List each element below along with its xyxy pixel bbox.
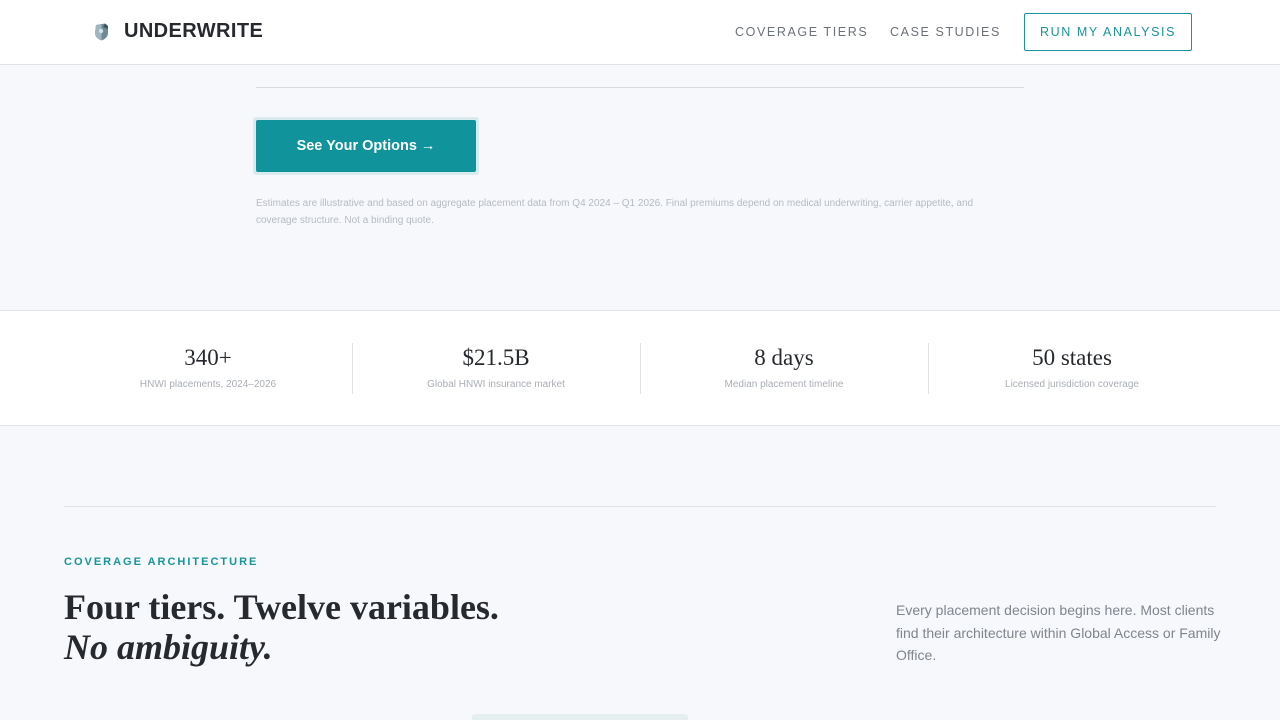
- section-divider: [64, 506, 1216, 507]
- brand-name: UNDERWRITE: [124, 20, 264, 42]
- headline-line: Four tiers. Twelve variables.: [64, 587, 499, 627]
- stats-band: 340+ HNWI placements, 2024–2026 $21.5B G…: [0, 310, 1280, 426]
- section-description: Every placement decision begins here. Mo…: [896, 602, 1221, 663]
- stat-jurisdictions: 50 states Licensed jurisdiction coverage: [928, 311, 1216, 427]
- stat-timeline: 8 days Median placement timeline: [640, 311, 928, 427]
- stat-market-size: $21.5B Global HNWI insurance market: [352, 311, 640, 427]
- brand-logo[interactable]: UNDERWRITE: [92, 20, 263, 43]
- stat-value: 340+: [184, 345, 232, 370]
- stat-label: HNWI placements, 2024–2026: [139, 379, 277, 390]
- section-headline: Four tiers. Twelve variables. No ambigui…: [64, 587, 499, 667]
- stat-value: 8 days: [754, 345, 814, 370]
- estimate-disclaimer: Estimates are illustrative and based on …: [256, 198, 974, 226]
- stat-label: Licensed jurisdiction coverage: [1005, 379, 1139, 390]
- stat-label: Global HNWI insurance market: [427, 379, 565, 390]
- stat-placements: 340+ HNWI placements, 2024–2026: [64, 311, 352, 427]
- headline-emphasis: No ambiguity.: [64, 627, 273, 667]
- stat-value: 50 states: [1032, 345, 1112, 370]
- run-analysis-button[interactable]: RUN MY ANALYSIS: [1024, 13, 1192, 51]
- stat-value: $21.5B: [462, 345, 530, 370]
- tier-card-peek: [472, 714, 688, 720]
- hero-divider: [256, 87, 1024, 88]
- see-options-button[interactable]: See Your Options →: [256, 120, 476, 172]
- site-header: UNDERWRITE COVERAGE TIERS CASE STUDIES R…: [0, 0, 1280, 65]
- nav-link-coverage-tiers[interactable]: COVERAGE TIERS: [735, 25, 868, 39]
- nav-link-case-studies[interactable]: CASE STUDIES: [890, 25, 1001, 39]
- stat-label: Median placement timeline: [724, 379, 844, 390]
- section-eyebrow: COVERAGE ARCHITECTURE: [64, 556, 259, 568]
- shield-logo-icon: [92, 22, 112, 42]
